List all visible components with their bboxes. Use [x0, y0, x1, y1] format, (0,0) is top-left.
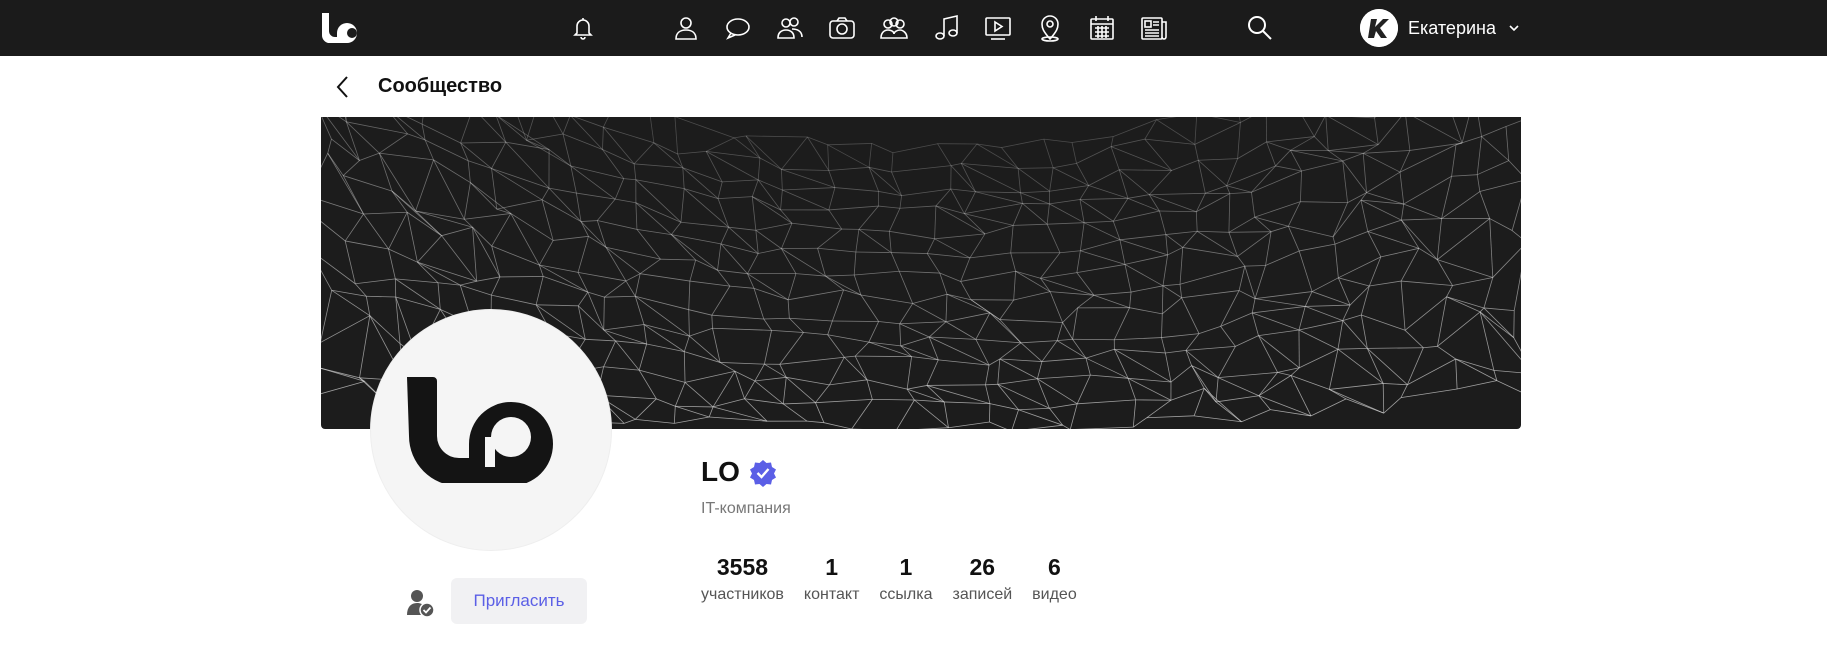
community-avatar[interactable]	[371, 310, 611, 550]
stat-videos[interactable]: 6 видео	[1032, 552, 1077, 604]
calendar-icon[interactable]	[1084, 10, 1120, 46]
search-icon[interactable]	[1242, 10, 1278, 46]
lo-logo-icon[interactable]	[320, 11, 368, 45]
community-stats: 3558 участников 1 контакт 1 ссылка 26 за…	[701, 552, 1097, 604]
invite-button[interactable]: Пригласить	[451, 578, 587, 624]
music-note-icon[interactable]	[928, 10, 964, 46]
stat-value: 1	[825, 554, 839, 580]
lo-logo-icon	[407, 377, 553, 483]
member-check-icon[interactable]	[404, 587, 436, 619]
friends-icon[interactable]	[772, 10, 808, 46]
chevron-down-icon[interactable]	[1508, 22, 1520, 34]
page-title: Сообщество	[378, 75, 503, 97]
chat-bubble-icon[interactable]	[720, 10, 756, 46]
community-category: IT-компания	[701, 500, 791, 517]
user-name: Екатерина	[1408, 17, 1496, 38]
stat-label: контакт	[803, 586, 860, 603]
stat-label: участников	[701, 586, 784, 603]
stat-value: 1	[899, 554, 913, 580]
stat-label: видео	[1032, 586, 1077, 603]
stat-links[interactable]: 1 ссылка	[879, 552, 932, 604]
stat-members[interactable]: 3558 участников	[701, 552, 784, 604]
bell-icon[interactable]	[565, 10, 601, 46]
user-menu[interactable]: Екатерина	[1360, 8, 1520, 48]
stat-posts[interactable]: 26 записей	[952, 552, 1012, 604]
stat-label: ссылка	[879, 586, 933, 603]
community-name: LO	[701, 456, 740, 487]
stat-value: 3558	[716, 554, 769, 580]
verified-badge-icon	[750, 460, 776, 487]
stat-contacts[interactable]: 1 контакт	[804, 552, 859, 604]
top-navigation-bar: Екатерина	[0, 0, 1827, 56]
chevron-left-icon[interactable]	[330, 72, 356, 102]
stat-value: 6	[1048, 554, 1061, 580]
stat-value: 26	[969, 554, 996, 580]
avatar-icon	[1360, 9, 1398, 47]
map-pin-icon[interactable]	[1032, 10, 1068, 46]
camera-icon[interactable]	[824, 10, 860, 46]
news-icon[interactable]	[1136, 10, 1172, 46]
groups-icon[interactable]	[876, 10, 912, 46]
stat-label: записей	[952, 586, 1013, 603]
user-icon[interactable]	[668, 10, 704, 46]
video-play-icon[interactable]	[980, 10, 1016, 46]
